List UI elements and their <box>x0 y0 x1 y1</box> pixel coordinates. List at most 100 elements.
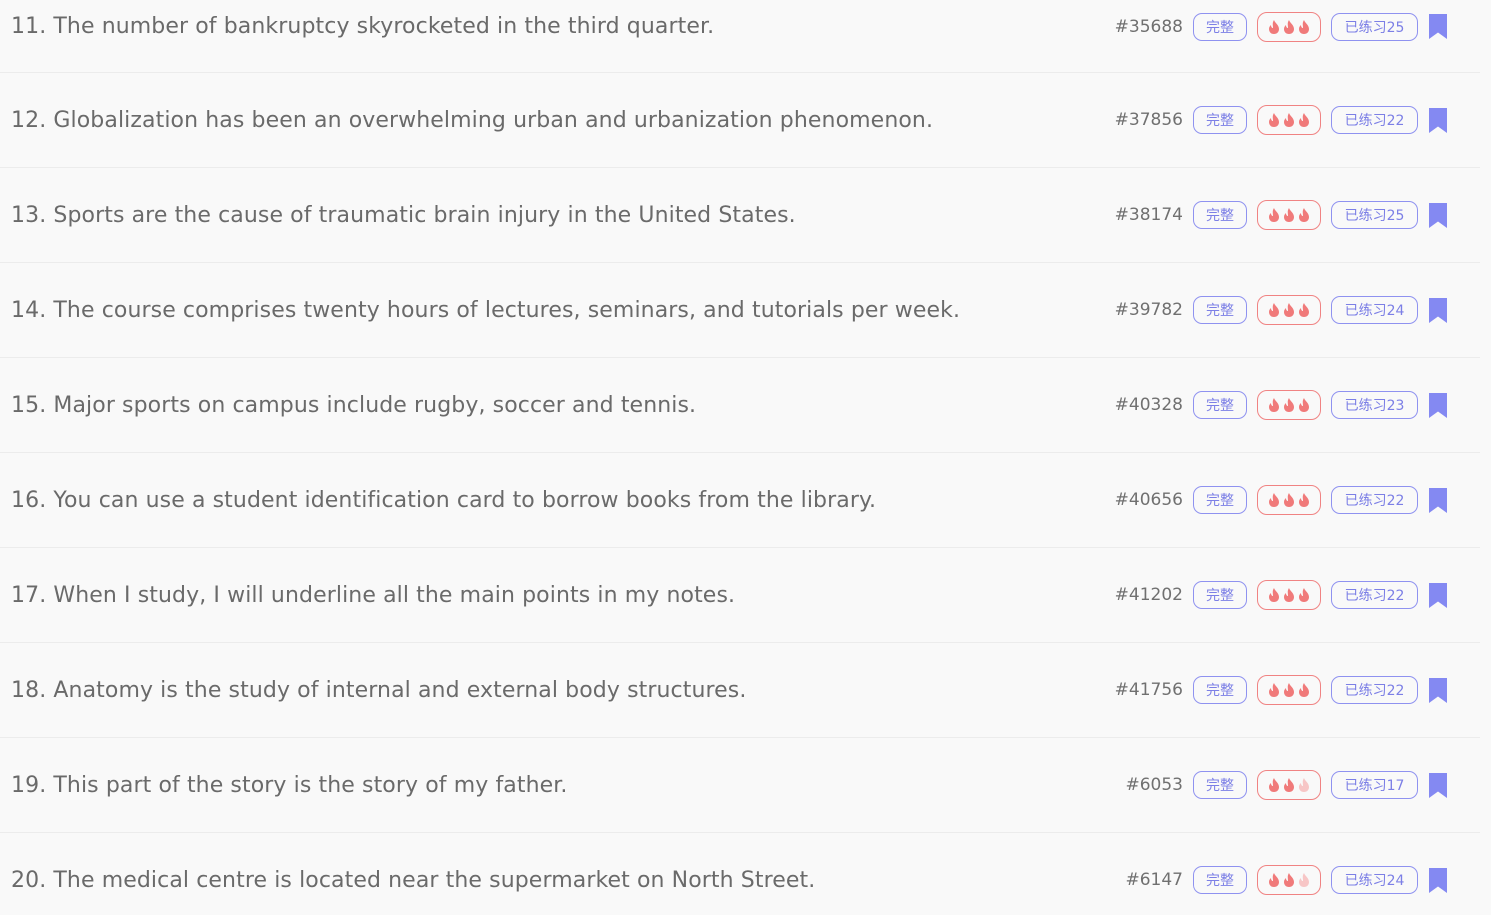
list-item[interactable]: 14. The course comprises twenty hours of… <box>0 263 1480 358</box>
flame-icon <box>1299 683 1309 697</box>
complete-tag: 完整 <box>1193 12 1247 41</box>
list-item-inner: 14. The course comprises twenty hours of… <box>0 263 1480 357</box>
flame-icon <box>1284 303 1294 317</box>
row-meta: #6053 完整 已练习17 <box>1125 770 1448 800</box>
list-item-inner: 11. The number of bankruptcy skyrocketed… <box>0 0 1480 63</box>
complete-tag: 完整 <box>1193 866 1247 894</box>
list-item-inner: 16. You can use a student identification… <box>0 453 1480 547</box>
list-item[interactable]: 18. Anatomy is the study of internal and… <box>0 643 1480 738</box>
list-item-inner: 18. Anatomy is the study of internal and… <box>0 643 1480 737</box>
complete-tag: 完整 <box>1193 676 1247 704</box>
list-item-inner: 13. Sports are the cause of traumatic br… <box>0 168 1480 262</box>
flame-icon <box>1284 493 1294 507</box>
list-item[interactable]: 20. The medical centre is located near t… <box>0 833 1480 915</box>
bookmark-icon[interactable] <box>1428 677 1448 703</box>
bookmark-icon[interactable] <box>1428 867 1448 893</box>
sentence-text[interactable]: 15. Major sports on campus include rugby… <box>11 393 696 418</box>
question-id: #35688 <box>1114 16 1183 37</box>
question-id: #40656 <box>1114 490 1183 510</box>
question-id: #6053 <box>1125 775 1183 795</box>
bookmark-icon[interactable] <box>1428 582 1448 608</box>
difficulty-badge <box>1257 11 1321 42</box>
sentence-text[interactable]: 19. This part of the story is the story … <box>11 773 568 798</box>
flame-icon <box>1269 873 1279 887</box>
flame-icon <box>1299 113 1309 127</box>
flame-icon <box>1284 588 1294 602</box>
practiced-count-tag: 已练习22 <box>1331 676 1418 704</box>
list-item[interactable]: 12. Globalization has been an overwhelmi… <box>0 73 1480 168</box>
difficulty-badge <box>1257 200 1321 230</box>
row-meta: #41202 完整 已练习22 <box>1115 580 1448 610</box>
sentence-text[interactable]: 17. When I study, I will underline all t… <box>11 583 735 608</box>
list-item-inner: 20. The medical centre is located near t… <box>0 833 1480 915</box>
flame-icon <box>1299 873 1309 887</box>
flame-icon <box>1299 398 1309 412</box>
list-item[interactable]: 15. Major sports on campus include rugby… <box>0 358 1480 453</box>
practiced-count-tag: 已练习23 <box>1331 391 1418 419</box>
bookmark-icon[interactable] <box>1428 487 1448 513</box>
practiced-count-tag: 已练习22 <box>1331 106 1418 134</box>
flame-icon <box>1269 588 1279 602</box>
bookmark-icon[interactable] <box>1428 107 1448 133</box>
row-meta: #6147 完整 已练习24 <box>1125 865 1448 895</box>
flame-icon <box>1299 493 1309 507</box>
list-item[interactable]: 19. This part of the story is the story … <box>0 738 1480 833</box>
bookmark-icon[interactable] <box>1428 14 1448 39</box>
complete-tag: 完整 <box>1193 486 1247 514</box>
flame-icon <box>1299 778 1309 792</box>
flame-icon <box>1284 398 1294 412</box>
complete-tag: 完整 <box>1193 771 1247 799</box>
practiced-count-tag: 已练习25 <box>1331 12 1418 41</box>
sentence-text[interactable]: 14. The course comprises twenty hours of… <box>11 298 960 323</box>
practiced-count-tag: 已练习22 <box>1331 581 1418 609</box>
row-meta: #37856 完整 已练习22 <box>1115 105 1448 135</box>
list-item[interactable]: 11. The number of bankruptcy skyrocketed… <box>0 0 1480 73</box>
row-meta: #35688 完整 已练习25 <box>1114 11 1448 42</box>
sentence-text[interactable]: 12. Globalization has been an overwhelmi… <box>11 108 933 133</box>
flame-icon <box>1269 19 1279 34</box>
flame-icon <box>1284 208 1294 222</box>
bookmark-icon[interactable] <box>1428 297 1448 323</box>
question-list: 11. The number of bankruptcy skyrocketed… <box>0 0 1491 915</box>
list-item[interactable]: 17. When I study, I will underline all t… <box>0 548 1480 643</box>
difficulty-badge <box>1257 770 1321 800</box>
complete-tag: 完整 <box>1193 201 1247 229</box>
practiced-count-tag: 已练习24 <box>1331 296 1418 324</box>
sentence-text[interactable]: 11. The number of bankruptcy skyrocketed… <box>11 14 714 39</box>
flame-icon <box>1269 398 1279 412</box>
flame-icon <box>1284 873 1294 887</box>
difficulty-badge <box>1257 390 1321 420</box>
flame-icon <box>1284 113 1294 127</box>
question-id: #41202 <box>1114 585 1183 605</box>
flame-icon <box>1269 303 1279 317</box>
difficulty-badge <box>1257 295 1321 325</box>
bookmark-icon[interactable] <box>1428 772 1448 798</box>
question-id: #41756 <box>1114 680 1183 700</box>
practiced-count-tag: 已练习25 <box>1331 201 1418 229</box>
difficulty-badge <box>1257 675 1321 705</box>
bookmark-icon[interactable] <box>1428 202 1448 228</box>
sentence-text[interactable]: 20. The medical centre is located near t… <box>11 868 815 893</box>
question-id: #39782 <box>1114 300 1183 320</box>
row-meta: #41756 完整 已练习22 <box>1115 675 1448 705</box>
row-meta: #40328 完整 已练习23 <box>1115 390 1448 420</box>
bookmark-icon[interactable] <box>1428 392 1448 418</box>
flame-icon <box>1269 113 1279 127</box>
sentence-text[interactable]: 16. You can use a student identification… <box>11 488 876 513</box>
sentence-text[interactable]: 18. Anatomy is the study of internal and… <box>11 678 746 703</box>
flame-icon <box>1299 19 1309 34</box>
flame-icon <box>1284 778 1294 792</box>
flame-icon <box>1284 19 1294 34</box>
flame-icon <box>1269 493 1279 507</box>
question-id: #40328 <box>1114 395 1183 415</box>
practiced-count-tag: 已练习24 <box>1331 866 1418 894</box>
sentence-text[interactable]: 13. Sports are the cause of traumatic br… <box>11 203 796 228</box>
difficulty-badge <box>1257 105 1321 135</box>
list-item-inner: 12. Globalization has been an overwhelmi… <box>0 73 1480 167</box>
complete-tag: 完整 <box>1193 581 1247 609</box>
practiced-count-tag: 已练习22 <box>1331 486 1418 514</box>
flame-icon <box>1299 208 1309 222</box>
list-item[interactable]: 16. You can use a student identification… <box>0 453 1480 548</box>
list-item[interactable]: 13. Sports are the cause of traumatic br… <box>0 168 1480 263</box>
row-meta: #40656 完整 已练习22 <box>1115 485 1448 515</box>
